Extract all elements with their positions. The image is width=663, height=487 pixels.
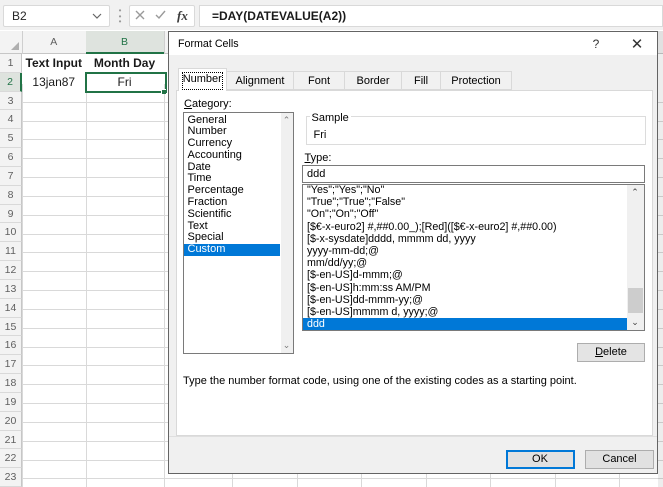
svg-text:fx: fx bbox=[177, 8, 188, 23]
